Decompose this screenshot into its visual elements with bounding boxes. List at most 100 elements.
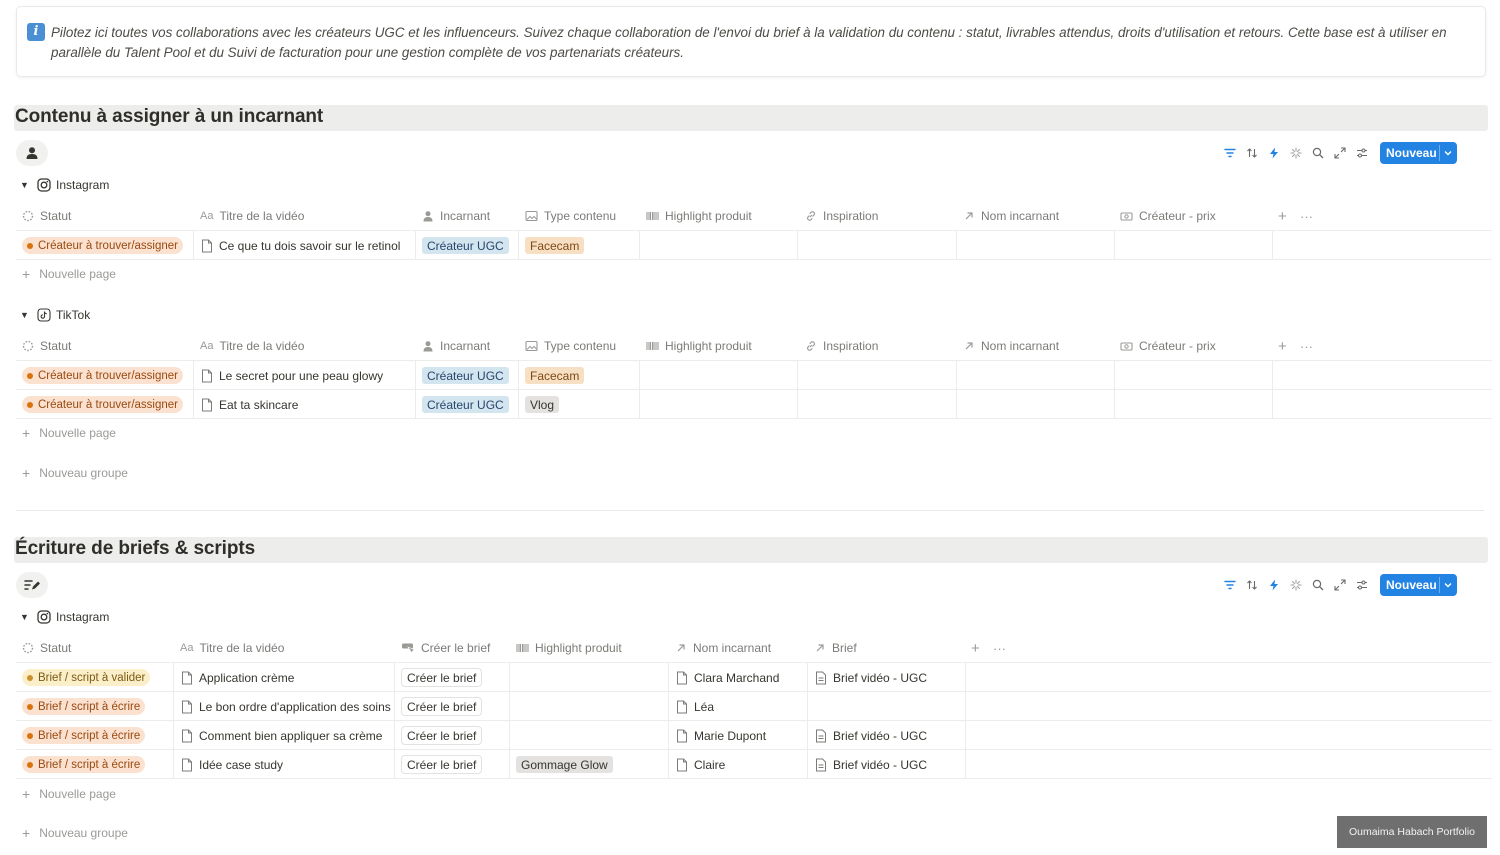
brief-relation-link[interactable]: Brief vidéo - UGC [815, 758, 927, 772]
new-group-button[interactable]: + Nouveau groupe [22, 463, 128, 483]
group-header-instagram[interactable]: ▼ Instagram [20, 175, 109, 195]
column-header[interactable]: Créateur - prix [1120, 201, 1216, 231]
new-button[interactable]: Nouveau [1380, 142, 1457, 164]
group-header-tiktok[interactable]: ▼ TikTok [20, 305, 90, 325]
automation-bolt-icon[interactable] [1266, 577, 1282, 593]
group-header-instagram[interactable]: ▼ Instagram [20, 607, 109, 627]
new-group-button[interactable]: + Nouveau groupe [22, 823, 128, 843]
column-header[interactable]: Statut [22, 201, 71, 231]
incarnant-relation-link[interactable]: Clara Marchand [676, 671, 779, 685]
table-row[interactable]: Créateur à trouver/assigner Ce que tu do… [16, 231, 1492, 260]
filter-icon[interactable] [1222, 577, 1238, 593]
incarnant-relation-link[interactable]: Marie Dupont [676, 729, 766, 743]
incarnant-relation-link[interactable]: Léa [676, 700, 714, 714]
status-badge[interactable]: Créateur à trouver/assigner [22, 367, 183, 384]
view-tab-briefs[interactable] [16, 572, 48, 598]
create-brief-button[interactable]: Créer le brief [401, 697, 483, 716]
incarnant-relation-link[interactable]: Claire [676, 758, 725, 772]
table-row[interactable]: Brief / script à écrire Idée case study … [16, 750, 1492, 779]
toggle-triangle-icon[interactable]: ▼ [20, 310, 30, 320]
new-button[interactable]: Nouveau [1380, 574, 1457, 596]
page-title-link[interactable]: Le secret pour une peau glowy [201, 369, 383, 383]
status-badge[interactable]: Créateur à trouver/assigner [22, 237, 183, 254]
new-button-label: Nouveau [1386, 578, 1437, 592]
button-cursor-icon [401, 642, 415, 654]
table-row[interactable]: Créateur à trouver/assigner Le secret po… [16, 361, 1492, 390]
column-header[interactable]: Incarnant [422, 201, 490, 231]
column-header[interactable]: Type contenu [525, 331, 616, 361]
add-column-button[interactable]: + [1278, 331, 1287, 361]
more-options-icon[interactable]: ··· [1300, 201, 1313, 231]
new-page-button[interactable]: + Nouvelle page [22, 264, 116, 284]
column-header[interactable]: Aa Titre de la vidéo [200, 201, 304, 231]
column-header[interactable]: Inspiration [805, 331, 878, 361]
table-row[interactable]: Brief / script à écrire Comment bien app… [16, 721, 1492, 750]
group-name: TikTok [56, 308, 91, 322]
page-icon [182, 700, 192, 713]
toggle-triangle-icon[interactable]: ▼ [20, 612, 30, 622]
column-header[interactable]: Nom incarnant [963, 331, 1059, 361]
more-options-icon[interactable]: ··· [993, 633, 1006, 663]
status-badge[interactable]: Créateur à trouver/assigner [22, 396, 183, 413]
view-tab-person[interactable] [16, 140, 48, 166]
sort-icon[interactable] [1244, 145, 1260, 161]
status-badge[interactable]: Brief / script à écrire [22, 727, 146, 744]
new-page-button[interactable]: + Nouvelle page [22, 423, 116, 443]
page-icon [202, 398, 212, 411]
table-row[interactable]: Brief / script à valider Application crè… [16, 663, 1492, 692]
column-header[interactable]: Nom incarnant [963, 201, 1059, 231]
table-row[interactable]: Créateur à trouver/assigner Eat ta skinc… [16, 390, 1492, 419]
pen-list-icon [24, 580, 40, 590]
column-header[interactable]: Inspiration [805, 201, 878, 231]
column-header[interactable]: Aa Titre de la vidéo [180, 633, 284, 663]
page-title-link[interactable]: Le bon ordre d'application des soins [181, 700, 391, 714]
brief-relation-link[interactable]: Brief vidéo - UGC [815, 671, 927, 685]
automation-bolt-icon[interactable] [1266, 145, 1282, 161]
create-brief-button[interactable]: Créer le brief [401, 726, 483, 745]
tag-type-contenu: Vlog [525, 396, 560, 413]
column-header[interactable]: Créateur - prix [1120, 331, 1216, 361]
column-header[interactable]: Aa Titre de la vidéo [200, 331, 304, 361]
status-badge[interactable]: Brief / script à valider [22, 669, 151, 686]
page-title-link[interactable]: Eat ta skincare [201, 398, 298, 412]
chevron-down-icon[interactable] [1443, 578, 1453, 592]
search-icon[interactable] [1310, 145, 1326, 161]
page-title-link[interactable]: Idée case study [181, 758, 283, 772]
search-icon[interactable] [1310, 577, 1326, 593]
sort-icon[interactable] [1244, 577, 1260, 593]
ai-sparkle-icon[interactable] [1288, 577, 1304, 593]
column-header[interactable]: Nom incarnant [675, 633, 771, 663]
column-header[interactable]: Statut [22, 331, 71, 361]
column-header[interactable]: Incarnant [422, 331, 490, 361]
column-header[interactable]: Brief [814, 633, 857, 663]
table-row[interactable]: Brief / script à écrire Le bon ordre d'a… [16, 692, 1492, 721]
status-badge[interactable]: Brief / script à écrire [22, 756, 146, 773]
section-header: Écriture de briefs & scripts [14, 537, 1488, 563]
add-column-button[interactable]: + [1278, 201, 1287, 231]
toggle-triangle-icon[interactable]: ▼ [20, 180, 30, 190]
create-brief-button[interactable]: Créer le brief [401, 755, 483, 774]
expand-icon[interactable] [1332, 577, 1348, 593]
status-badge[interactable]: Brief / script à écrire [22, 698, 146, 715]
filter-icon[interactable] [1222, 145, 1238, 161]
page-title-link[interactable]: Comment bien appliquer sa crème [181, 729, 382, 743]
column-header[interactable]: Statut [22, 633, 71, 663]
brief-relation-link[interactable]: Brief vidéo - UGC [815, 729, 927, 743]
column-header[interactable]: Highlight produit [646, 201, 752, 231]
column-header[interactable]: Highlight produit [516, 633, 622, 663]
expand-icon[interactable] [1332, 145, 1348, 161]
column-header[interactable]: Créer le brief [401, 633, 490, 663]
create-brief-button[interactable]: Créer le brief [401, 668, 483, 687]
chevron-down-icon[interactable] [1443, 146, 1453, 160]
column-header[interactable]: Type contenu [525, 201, 616, 231]
settings-sliders-icon[interactable] [1354, 577, 1370, 593]
callout: i Pilotez ici toutes vos collaborations … [16, 6, 1486, 77]
settings-sliders-icon[interactable] [1354, 145, 1370, 161]
page-title-link[interactable]: Application crème [181, 671, 294, 685]
ai-sparkle-icon[interactable] [1288, 145, 1304, 161]
new-page-button[interactable]: + Nouvelle page [22, 784, 116, 804]
more-options-icon[interactable]: ··· [1300, 331, 1313, 361]
page-title-link[interactable]: Ce que tu dois savoir sur le retinol [201, 239, 400, 253]
add-column-button[interactable]: + [971, 633, 980, 663]
column-header[interactable]: Highlight produit [646, 331, 752, 361]
